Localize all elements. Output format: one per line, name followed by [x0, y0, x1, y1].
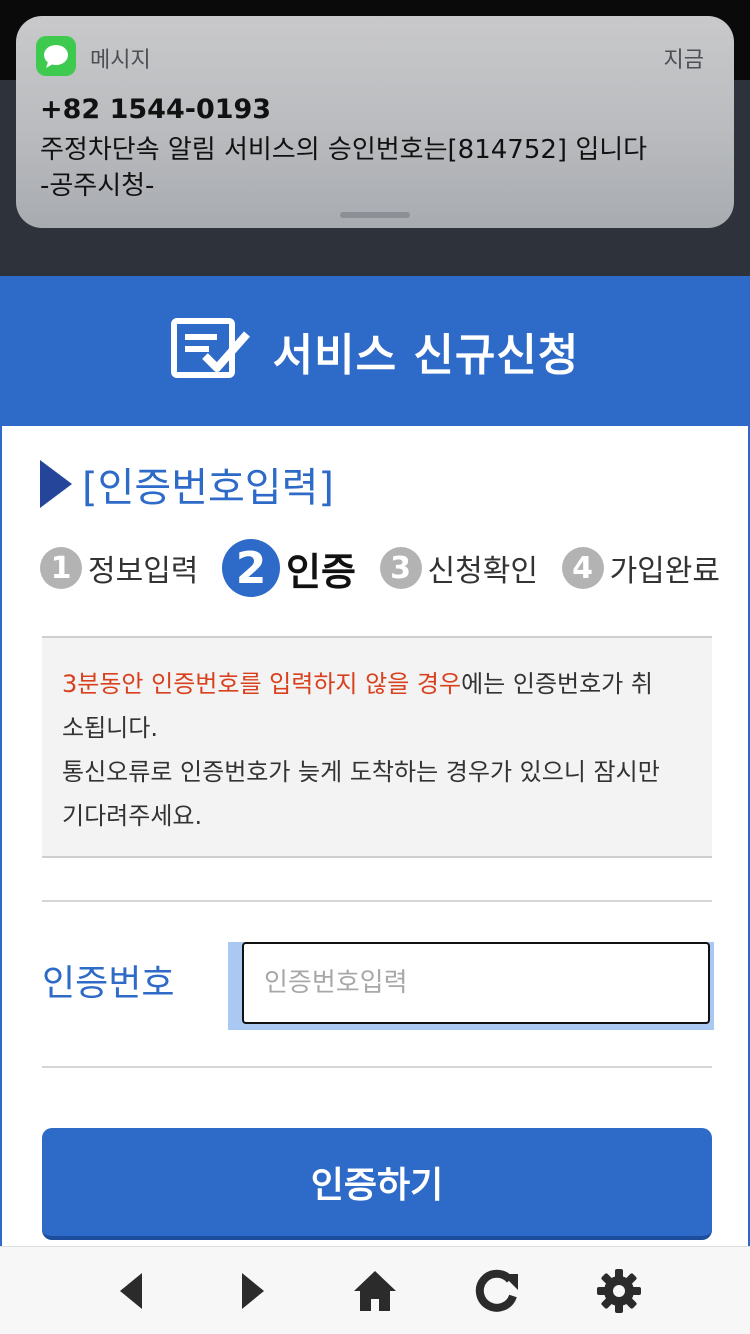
step-complete: 4 가입완료 [561, 546, 720, 590]
settings-icon[interactable] [589, 1261, 649, 1321]
notification-message-line2: -공주시청- [40, 171, 155, 201]
notification-message-line1: 주정차단속 알림 서비스의 승인번호는[814752] 입니다 [40, 135, 648, 165]
verify-button[interactable]: 인증하기 [42, 1128, 712, 1240]
refresh-icon[interactable] [467, 1261, 527, 1321]
notice-box: 3분동안 인증번호를 입력하지 않을 경우에는 인증번호가 취 소됩니다. 통신… [42, 636, 712, 858]
browser-toolbar [0, 1246, 750, 1334]
page-header: 서비스 신규신청 [0, 276, 750, 426]
notification-body: 주정차단속 알림 서비스의 승인번호는[814752] 입니다 -공주시청- [40, 132, 710, 204]
step-number-2: 2 [222, 539, 281, 597]
forward-icon[interactable] [223, 1261, 283, 1321]
step-label: 신청확인 [427, 554, 538, 589]
step-number-3: 3 [379, 547, 422, 589]
verification-code-field-wrap [228, 940, 714, 1030]
screen: 메시지 지금 +82 1544-0193 주정차단속 알림 서비스의 승인번호는… [0, 0, 750, 1334]
notice-warning-text: 3분동안 인증번호를 입력하지 않을 경우 [62, 670, 462, 698]
step-indicator: 1 정보입력 2 인증 3 신청확인 4 가입완료 [40, 538, 720, 598]
notification-app-name: 메시지 [90, 48, 151, 73]
message-notification[interactable]: 메시지 지금 +82 1544-0193 주정차단속 알림 서비스의 승인번호는… [16, 16, 734, 228]
divider [42, 900, 712, 902]
home-icon[interactable] [345, 1261, 405, 1321]
notice-line-2-cont: 기다려주세요. [62, 802, 203, 830]
section-title: [인증번호입력] [40, 456, 334, 512]
step-number-4: 4 [561, 547, 604, 589]
notification-sender: +82 1544-0193 [40, 94, 272, 125]
notice-line-1: 3분동안 인증번호를 입력하지 않을 경우에는 인증번호가 취 [62, 662, 692, 706]
checklist-icon [170, 318, 251, 384]
verification-code-label: 인증번호 [42, 963, 175, 1004]
triangle-marker-icon [40, 460, 72, 508]
step-number-1: 1 [40, 547, 82, 589]
messages-icon [36, 36, 76, 76]
notification-time: 지금 [663, 48, 704, 73]
section-title-text: [인증번호입력] [82, 465, 335, 511]
step-confirm: 3 신청확인 [379, 546, 538, 590]
back-icon[interactable] [101, 1261, 161, 1321]
notification-grabber[interactable] [340, 212, 410, 218]
divider [42, 1066, 712, 1068]
notice-line-1-cont: 소됩니다. [62, 714, 158, 742]
step-label: 가입완료 [609, 554, 720, 589]
main-content: [인증번호입력] 1 정보입력 2 인증 3 신청확인 4 가입완료 3분동안 … [0, 426, 750, 1246]
step-info-input: 1 정보입력 [40, 546, 198, 590]
verification-code-input[interactable] [242, 942, 710, 1024]
notice-line-2: 통신오류로 인증번호가 늦게 도착하는 경우가 있으니 잠시만 [62, 758, 660, 786]
page-title: 서비스 신규신청 [272, 330, 580, 381]
notice-text: 에는 인증번호가 취 [461, 670, 653, 698]
step-label: 인증 [286, 549, 356, 594]
step-verification: 2 인증 [222, 539, 356, 597]
step-label: 정보입력 [88, 554, 199, 589]
